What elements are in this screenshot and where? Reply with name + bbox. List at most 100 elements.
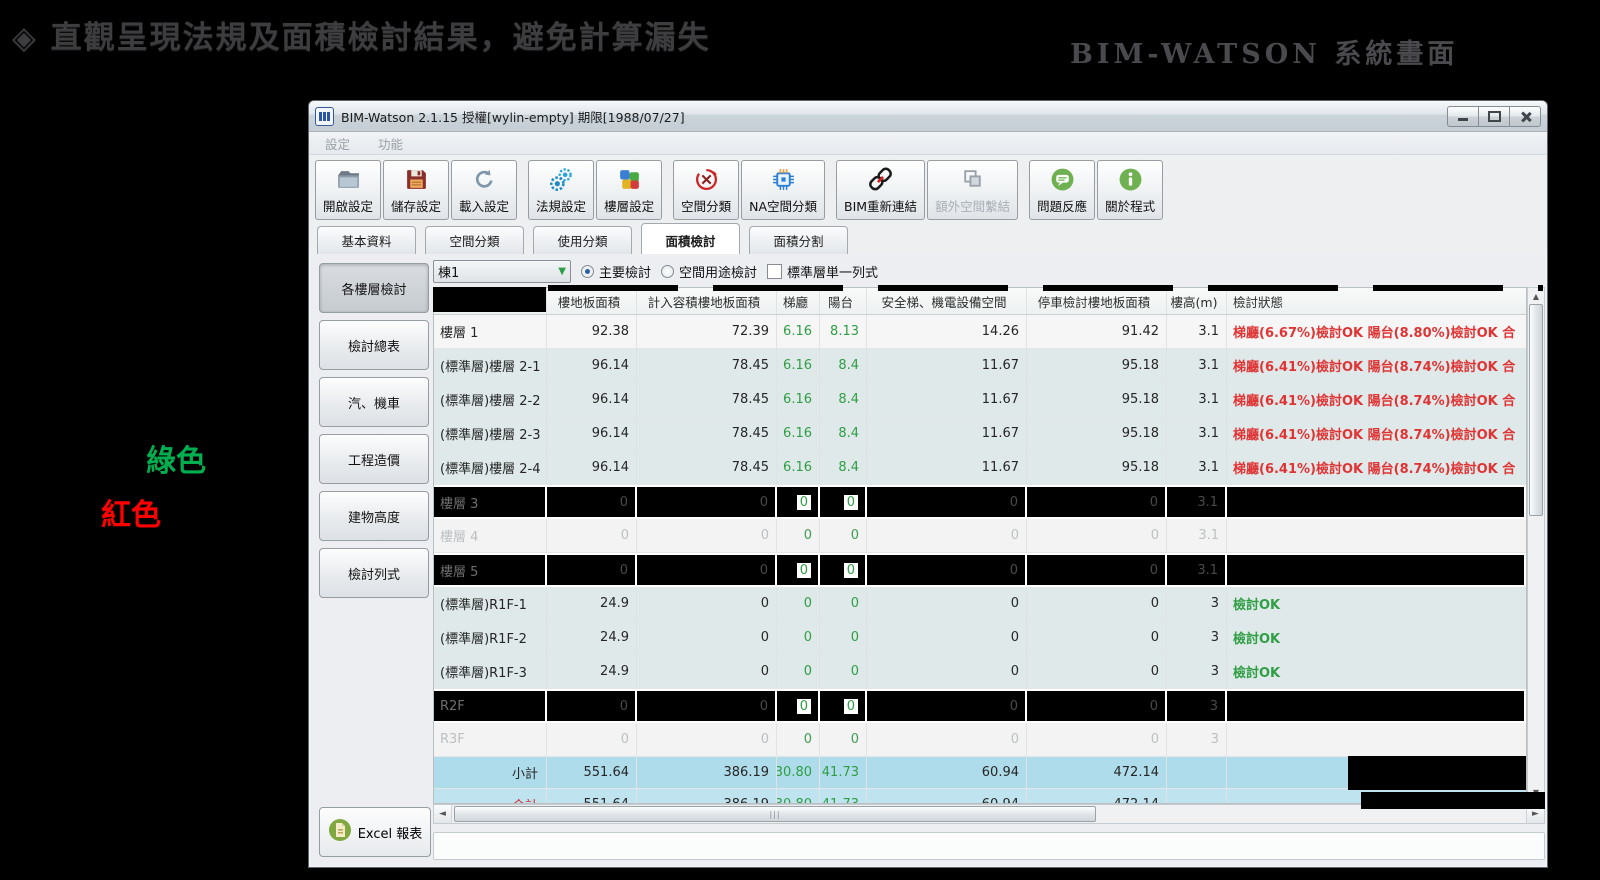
table-row[interactable]: 樓層 1 92.38 72.39 6.16 8.13 14.26 91.42 3.1 梯廳(6.… [434,315,1526,349]
radio-usage-check[interactable]: 空間用途檢討 [661,262,757,281]
minimize-icon [1458,118,1468,121]
sidebar-item-building-height[interactable]: 建物高度 [319,491,429,541]
status-cell: 檢討OK [1227,655,1526,688]
radio-main-check[interactable]: 主要檢討 [581,262,651,281]
cell: 0 [867,587,1027,620]
cell-value: 6.16 [783,392,812,407]
cell: 472.14 [1027,789,1167,803]
tab-usage-category[interactable]: 使用分類 [533,226,632,254]
table-row[interactable]: (標準層)樓層 2-2 96.14 78.45 6.16 8.4 11.67 95.18 3.… [434,383,1526,417]
regulation-settings-button[interactable]: 法規設定 [528,160,595,220]
checkbox-standard-row[interactable]: 標準層単一列式 [767,262,878,281]
open-settings-button[interactable]: 開啟設定 [315,160,382,220]
excel-report-label: Excel 報表 [357,826,423,842]
scroll-left-arrow-icon[interactable]: ◄ [434,805,452,823]
save-icon [403,166,429,192]
status-cell [1227,487,1526,517]
vertical-scrollbar[interactable]: ▲ ▼ [1527,287,1545,801]
cell: 0 [820,691,867,721]
table-row[interactable]: (標準層)樓層 2-1 96.14 78.45 6.16 8.4 11.67 95.18 3.… [434,349,1526,383]
building-select[interactable]: 棟1 ▼ [433,259,571,283]
row-label: 樓層 4 [434,519,547,552]
save-settings-button[interactable]: 儲存設定 [383,160,450,220]
na-space-category-button[interactable]: NA空間分類 [741,160,825,220]
cell: 11.67 [867,451,1027,484]
column-header: 陽台 [820,288,867,314]
horizontal-scroll-thumb[interactable]: ||| [454,806,1096,822]
corner-label: BIM-WATSON 系統畫面 [1070,39,1459,70]
table-row[interactable]: 樓層 4 0 0 0 0 0 0 3.1 [434,519,1526,553]
table-row[interactable]: (標準層)R1F-3 24.9 0 0 0 0 0 3 檢討OK [434,655,1526,689]
excel-report-button[interactable]: Excel 報表 [319,807,431,857]
cell: 8.4 [820,383,867,416]
cell-value: 3.1 [1198,358,1219,373]
sidebar-item-vehicle[interactable]: 汽、機車 [319,377,429,427]
feedback-button[interactable]: 問題反應 [1029,160,1096,220]
cell: 0 [820,723,867,756]
table-row[interactable]: 樓層 3 0 0 0 0 0 0 3.1 [434,485,1526,519]
cell-value: 386.19 [724,797,770,803]
sidebar-item-floor-check[interactable]: 各樓層檢討 [319,263,429,313]
status-text: 梯廳(6.41%)檢討OK 陽台(8.74%)檢討OK 合 [1233,394,1516,409]
table-row[interactable]: (標準層)R1F-1 24.9 0 0 0 0 0 3 檢討OK [434,587,1526,621]
cell: 0 [820,655,867,688]
application-window: BIM-Watson 2.1.15 授權[wylin-empty] 期限[198… [308,100,1548,868]
floor-settings-button[interactable]: 樓層設定 [596,160,663,220]
cell-value: 78.45 [731,460,769,475]
checkbox-standard-label: 標準層単一列式 [787,265,879,281]
sidebar-item-check-list[interactable]: 檢討列式 [319,548,429,598]
table-row[interactable]: (標準層)R1F-2 24.9 0 0 0 0 0 3 檢討OK [434,621,1526,655]
table-row[interactable]: (標準層)樓層 2-3 96.14 78.45 6.16 8.4 11.67 95.18 3.… [434,417,1526,451]
app-icon [315,106,334,126]
row-label: (標準層)R1F-1 [434,587,547,620]
cell-value: 0 [796,562,811,578]
cell: 14.26 [867,315,1027,348]
cell: 95.18 [1027,383,1167,416]
status-cell [1227,555,1526,585]
cell: 0 [1027,691,1167,721]
cell-value: 472.14 [1114,797,1160,803]
cell-value: 95.18 [1121,358,1159,373]
table-row[interactable]: R3F 0 0 0 0 0 0 3 [434,723,1526,757]
sidebar-item-construction-cost[interactable]: 工程造價 [319,434,429,484]
row-label: (標準層)樓層 2-3 [434,417,547,450]
load-settings-button[interactable]: 載入設定 [451,160,518,220]
cell-value: 92.38 [591,324,629,339]
cell-value: 0 [620,732,629,747]
cell-value: 0 [803,630,812,645]
maximize-button[interactable] [1478,105,1510,127]
bim-relink-button[interactable]: BIM重新連結 [836,160,926,220]
table-row[interactable]: R2F 0 0 0 0 0 0 3 [434,689,1526,723]
minimize-button[interactable] [1447,105,1479,127]
cell-value: 0 [850,732,859,747]
tab-basic-info[interactable]: 基本資料 [317,226,416,254]
vertical-scroll-thumb[interactable] [1529,304,1543,516]
column-header: 樓地板面積 [547,288,637,314]
cell: 0 [777,587,820,620]
close-button[interactable] [1509,105,1541,127]
menu-item-0[interactable]: 設定 [325,134,350,153]
controls-row: 棟1 ▼ 主要檢討 空間用途檢討 標準層単一列式 [433,255,1545,287]
cell-value: 0 [1010,664,1019,679]
tab-space-category[interactable]: 空間分類 [425,226,524,254]
space-category-button[interactable]: 空間分類 [673,160,740,220]
slide-heading: ◈ 直觀呈現法規及面積檢討結果，避免計算漏失 [12,20,711,56]
table-row[interactable]: 樓層 5 0 0 0 0 0 0 3.1 [434,553,1526,587]
status-cell [1227,519,1526,552]
row-label: (標準層)R1F-3 [434,655,547,688]
about-button[interactable]: 關於程式 [1097,160,1164,220]
cell: 386.19 [637,757,777,788]
tab-area-split[interactable]: 面積分割 [749,226,848,254]
cell: 78.45 [637,417,777,450]
tab-area-check[interactable]: 面積檢討 [641,223,740,254]
toolbar-button-label: 載入設定 [459,199,510,214]
toolbar-button-label: 儲存設定 [391,199,442,214]
toolbar-button-label: 開啟設定 [323,199,374,214]
cell: 8.4 [820,349,867,382]
table-row[interactable]: (標準層)樓層 2-4 96.14 78.45 6.16 8.4 11.67 95.18 3.… [434,451,1526,485]
cell-value: 0 [760,664,769,679]
cell: 96.14 [547,451,637,484]
sidebar-item-check-summary[interactable]: 檢討總表 [319,320,429,370]
cell: 0 [547,519,637,552]
menu-item-1[interactable]: 功能 [378,134,403,153]
